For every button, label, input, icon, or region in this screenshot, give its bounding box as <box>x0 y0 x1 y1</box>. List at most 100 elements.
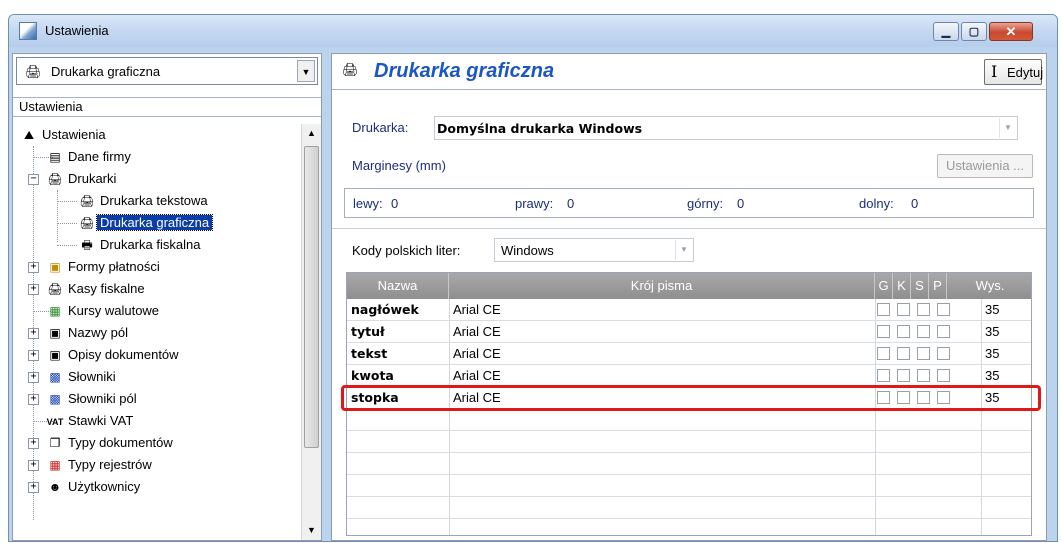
tree-node-drukarka-tekstowa[interactable]: 🖨 Drukarka tekstowa <box>77 190 211 212</box>
tree-node-formy-platnosci[interactable]: ▣ Formy płatności <box>45 256 163 278</box>
tree-node-kursy-walutowe[interactable]: ▦ Kursy walutowe <box>45 300 162 322</box>
tree-line <box>57 190 58 242</box>
scrollbar-thumb[interactable] <box>304 146 319 448</box>
expand-icon[interactable]: + <box>28 262 39 273</box>
tree-node-drukarka-graficzna[interactable]: 🖨 Drukarka graficzna <box>77 212 214 234</box>
chevron-down-icon[interactable]: ▼ <box>675 240 692 260</box>
minimize-icon: ▁ <box>941 26 951 38</box>
column-header-g[interactable]: G <box>875 273 893 299</box>
tree-node-ustawienia[interactable]: ⛰ Ustawienia <box>19 124 109 146</box>
tree-node-stawki-vat[interactable]: VAT Stawki VAT <box>45 410 136 432</box>
row-font[interactable]: Arial CE <box>453 302 501 317</box>
vat-icon: VAT <box>46 417 64 427</box>
maximize-icon: ▢ <box>968 26 980 38</box>
expand-icon[interactable]: + <box>28 284 39 295</box>
scroll-up-icon[interactable]: ▲ <box>303 125 320 142</box>
expand-icon[interactable]: + <box>28 460 39 471</box>
company-icon: ▤ <box>49 150 61 164</box>
checkbox-s[interactable] <box>917 303 930 316</box>
column-header-p[interactable]: P <box>929 273 947 299</box>
row-height[interactable]: 35 <box>985 368 999 383</box>
codes-select[interactable]: Windows ▼ <box>494 238 694 262</box>
chevron-down-icon[interactable]: ▼ <box>999 118 1016 138</box>
printer-icon: 🖨 <box>79 216 95 230</box>
checkbox-s[interactable] <box>917 325 930 338</box>
row-font[interactable]: Arial CE <box>453 346 501 361</box>
table-row[interactable]: kwota Arial CE 35 <box>347 365 1031 387</box>
codes-label: Kody polskich liter: <box>352 243 461 258</box>
margin-right-value[interactable]: 0 <box>567 196 574 211</box>
table-row[interactable]: nagłówek Arial CE 35 <box>347 299 1031 321</box>
collapse-icon[interactable]: − <box>28 174 39 185</box>
checkbox-g[interactable] <box>877 347 890 360</box>
printer-settings-button[interactable]: Ustawienia ... <box>937 154 1033 178</box>
checkbox-p[interactable] <box>937 369 950 382</box>
tree-node-opisy-dokumentow[interactable]: ▣ Opisy dokumentów <box>45 344 182 366</box>
expand-icon[interactable]: + <box>28 350 39 361</box>
tree-node-typy-dokumentow[interactable]: ❐ Typy dokumentów <box>45 432 176 454</box>
table-row[interactable]: tekst Arial CE 35 <box>347 343 1031 365</box>
tree-section-label: Ustawienia <box>13 97 321 117</box>
tree-node-drukarka-fiskalna[interactable]: 🖶 Drukarka fiskalna <box>77 234 203 256</box>
row-height[interactable]: 35 <box>985 324 999 339</box>
printer-select[interactable]: Domyślna drukarka Windows ▼ <box>434 116 1018 140</box>
tree-node-drukarki[interactable]: 🖨 Drukarki <box>45 168 119 190</box>
table-row-empty <box>347 453 1031 475</box>
column-header-height[interactable]: Wys. <box>947 273 1033 299</box>
checkbox-g[interactable] <box>877 325 890 338</box>
expand-icon[interactable]: + <box>28 372 39 383</box>
close-button[interactable]: ✕ <box>989 22 1033 41</box>
navigation-pane: 🖨 Drukarka graficzna ▼ Ustawienia ⛰ Ustaw… <box>12 53 322 541</box>
tree-node-uzytkownicy[interactable]: ☻ Użytkownicy <box>45 476 143 498</box>
checkbox-k[interactable] <box>897 325 910 338</box>
expand-icon[interactable]: + <box>28 328 39 339</box>
tree-node-nazwy-pol[interactable]: ▣ Nazwy pól <box>45 322 131 344</box>
row-font[interactable]: Arial CE <box>453 324 501 339</box>
checkbox-s[interactable] <box>917 369 930 382</box>
documents-icon: ❐ <box>49 436 61 450</box>
tree-node-typy-rejestrow[interactable]: ▦ Typy rejestrów <box>45 454 155 476</box>
checkbox-k[interactable] <box>897 347 910 360</box>
chevron-down-icon[interactable]: ▼ <box>297 60 315 82</box>
checkbox-k[interactable] <box>897 369 910 382</box>
checkbox-p[interactable] <box>937 325 950 338</box>
row-height[interactable]: 35 <box>985 302 999 317</box>
tree-scrollbar[interactable]: ▲ ▼ <box>301 124 321 540</box>
table-row-empty <box>347 409 1031 431</box>
margin-bottom-value[interactable]: 0 <box>911 196 918 211</box>
checkbox-g[interactable] <box>877 369 890 382</box>
fonts-table: Nazwa Krój pisma G K S P Wys. nagłówek Ar… <box>341 272 1041 536</box>
tree-node-kasy-fiskalne[interactable]: 🖨 Kasy fiskalne <box>45 278 148 300</box>
checkbox-g[interactable] <box>877 303 890 316</box>
column-header-s[interactable]: S <box>911 273 929 299</box>
table-row[interactable]: tytuł Arial CE 35 <box>347 321 1031 343</box>
tree-line <box>57 201 77 202</box>
tree-node-dane-firmy[interactable]: ▤ Dane firmy <box>45 146 134 168</box>
category-select[interactable]: 🖨 Drukarka graficzna ▼ <box>16 57 318 85</box>
row-name: tytuł <box>351 324 385 339</box>
row-font[interactable]: Arial CE <box>453 368 501 383</box>
maximize-button[interactable]: ▢ <box>961 22 987 41</box>
checkbox-p[interactable] <box>937 347 950 360</box>
minimize-button[interactable]: ▁ <box>933 22 959 41</box>
category-select-value: Drukarka graficzna <box>51 64 161 79</box>
tree-node-slowniki-pol[interactable]: ▩ Słowniki pól <box>45 388 140 410</box>
title-bar[interactable]: Ustawienia ▁ ▢ ✕ <box>9 15 1057 47</box>
checkbox-s[interactable] <box>917 347 930 360</box>
expand-icon[interactable]: + <box>28 482 39 493</box>
scroll-down-icon[interactable]: ▼ <box>303 522 320 539</box>
margin-bottom-label: dolny: <box>859 196 894 211</box>
column-header-font[interactable]: Krój pisma <box>449 273 875 299</box>
checkbox-p[interactable] <box>937 303 950 316</box>
expand-icon[interactable]: + <box>28 438 39 449</box>
column-header-name[interactable]: Nazwa <box>347 273 449 299</box>
row-height[interactable]: 35 <box>985 346 999 361</box>
tree-node-slowniki[interactable]: ▩ Słowniki <box>45 366 119 388</box>
column-header-k[interactable]: K <box>893 273 911 299</box>
checkbox-k[interactable] <box>897 303 910 316</box>
edit-button[interactable]: I Edytuj <box>984 59 1043 85</box>
margin-left-value[interactable]: 0 <box>391 196 398 211</box>
margin-top-value[interactable]: 0 <box>737 196 744 211</box>
settings-panel: 🖨 Drukarka graficzna I Edytuj Drukarka: … <box>331 53 1047 541</box>
expand-icon[interactable]: + <box>28 394 39 405</box>
